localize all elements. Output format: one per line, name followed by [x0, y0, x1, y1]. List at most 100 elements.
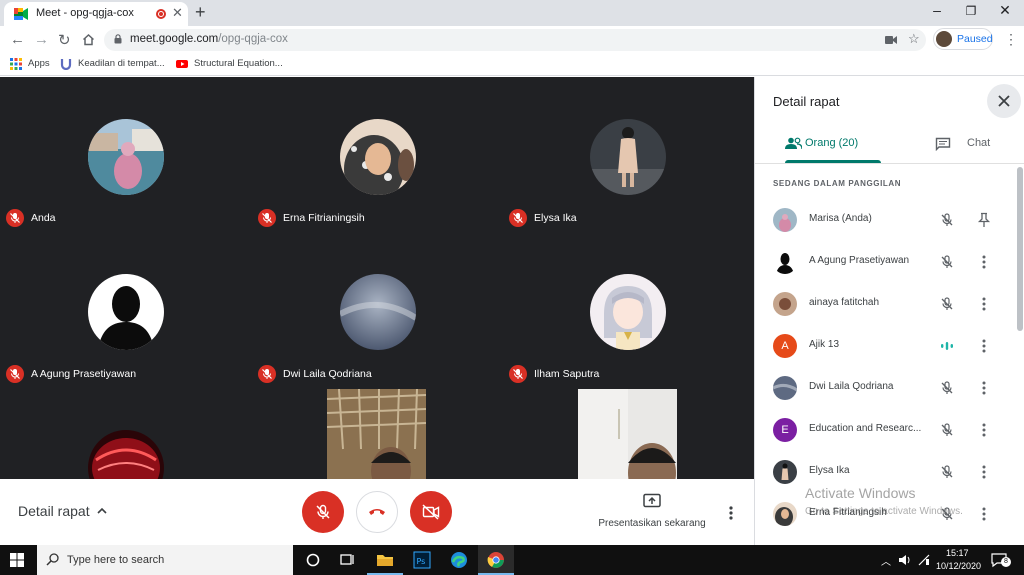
participant-avatar [340, 274, 416, 350]
file-explorer-icon[interactable] [374, 549, 396, 571]
participant-name: Ilham Saputra [534, 368, 600, 380]
participant-row[interactable]: A Ajik 13 [755, 325, 1017, 367]
participant-row[interactable]: Marisa (Anda) [755, 199, 1017, 241]
participant-label: Erna Fitrianingsih [258, 208, 365, 228]
camera-toggle-button[interactable] [410, 491, 452, 533]
participant-row[interactable]: Dwi Laila Qodriana [755, 367, 1017, 409]
task-view-icon[interactable] [336, 549, 358, 571]
window-close-icon[interactable]: ✕ [990, 2, 1020, 19]
more-options-icon[interactable] [977, 380, 991, 396]
in-call-heading: SEDANG DALAM PANGGILAN [773, 179, 902, 188]
windows-start-icon[interactable] [10, 553, 24, 567]
participant-avatar: E [773, 418, 797, 442]
profile-button[interactable]: Paused [933, 28, 993, 50]
url-path: /opg-qgja-cox [218, 33, 288, 45]
participant-avatar [88, 430, 164, 479]
more-options-icon[interactable] [977, 506, 991, 522]
participant-label: Anda [6, 208, 56, 228]
recording-indicator-icon [156, 9, 166, 19]
participant-row[interactable]: ainaya fatitchah [755, 283, 1017, 325]
divider [755, 163, 1024, 164]
clock-time[interactable]: 15:17 [946, 548, 969, 558]
meeting-controls-bar: Detail rapat Presentasikan sekarang [0, 479, 754, 545]
camera-in-use-icon[interactable] [885, 35, 897, 45]
mic-off-icon [258, 365, 276, 383]
pin-icon[interactable] [977, 212, 991, 228]
more-options-icon[interactable] [977, 254, 991, 270]
mic-off-icon [941, 297, 953, 310]
browser-tab[interactable]: Meet - opg-qgja-cox ✕ [4, 2, 188, 26]
participant-avatar [773, 376, 797, 400]
participant-name: ainaya fatitchah [809, 297, 880, 308]
taskbar-search-box[interactable]: Type here to search [37, 545, 293, 575]
hang-up-icon [369, 509, 385, 515]
more-options-icon[interactable] [977, 338, 991, 354]
back-icon[interactable]: ← [10, 31, 25, 48]
camera-off-icon [422, 504, 440, 520]
mic-off-icon [941, 423, 953, 436]
svg-text:Ps: Ps [417, 557, 426, 566]
meeting-details-toggle[interactable]: Detail rapat [18, 503, 90, 519]
close-tab-icon[interactable]: ✕ [172, 5, 183, 21]
participant-avatar: A [773, 334, 797, 358]
chevron-up-icon[interactable] [95, 504, 109, 518]
close-panel-button[interactable] [987, 84, 1021, 118]
participant-avatar [590, 119, 666, 195]
apps-grid-icon[interactable] [10, 58, 22, 70]
address-bar[interactable]: meet.google.com/opg-qgja-cox ☆ [104, 29, 926, 51]
photoshop-icon[interactable]: Ps [411, 549, 433, 571]
notification-count-badge: 8 [1001, 557, 1011, 567]
tab-people-label: Orang (20) [805, 137, 859, 149]
mic-off-icon [6, 209, 24, 227]
people-icon [785, 137, 802, 149]
profile-status: Paused [957, 33, 993, 45]
windows-taskbar: Type here to search Ps ︿ 15:17 10/12/202… [0, 545, 1024, 575]
restore-icon[interactable]: ❐ [956, 4, 986, 18]
more-options-icon[interactable] [977, 296, 991, 312]
forward-icon[interactable]: → [34, 31, 49, 48]
tray-overflow-icon[interactable]: ︿ [881, 553, 891, 568]
mic-off-icon [509, 365, 527, 383]
bookmark-star-icon[interactable]: ☆ [908, 31, 920, 47]
present-now-button[interactable]: Presentasikan sekarang [596, 493, 708, 529]
minimize-icon[interactable]: – [922, 2, 952, 18]
tab-people[interactable]: Orang (20) [773, 133, 893, 163]
participant-name: Ajik 13 [809, 339, 840, 350]
browser-tab-strip: Meet - opg-qgja-cox ✕ + – ❐ ✕ [0, 0, 1024, 26]
lock-icon [114, 34, 122, 44]
network-icon[interactable] [917, 553, 931, 567]
participant-name: Education and Researc... [809, 423, 922, 434]
video-grid: Anda Erna Fitrianingsih Elysa Ika A Agun… [0, 77, 754, 479]
home-icon[interactable] [82, 33, 95, 46]
reload-icon[interactable]: ↻ [58, 31, 71, 49]
participant-row[interactable]: E Education and Researc... [755, 409, 1017, 451]
more-options-icon[interactable] [726, 505, 736, 521]
clock-date[interactable]: 10/12/2020 [936, 561, 981, 571]
new-tab-icon[interactable]: + [195, 2, 206, 23]
participant-video [578, 389, 677, 479]
mic-off-icon [941, 213, 953, 226]
bookmark-apps[interactable]: Apps [28, 58, 50, 69]
youtube-icon [176, 60, 188, 68]
more-options-icon[interactable] [977, 464, 991, 480]
bookmarks-bar: Apps Keadilan di tempat... Structural Eq… [0, 54, 1024, 76]
bookmark-keadilan[interactable]: Keadilan di tempat... [78, 58, 165, 69]
mic-off-icon [941, 255, 953, 268]
participant-row[interactable]: A Agung Prasetiyawan [755, 241, 1017, 283]
leave-call-button[interactable] [356, 491, 398, 533]
tab-chat[interactable]: Chat [935, 135, 1015, 161]
panel-title: Detail rapat [773, 94, 840, 109]
participant-name: Anda [31, 212, 56, 224]
volume-icon[interactable] [898, 553, 912, 567]
browser-menu-icon[interactable]: ⋮ [1004, 31, 1018, 48]
edge-icon[interactable] [448, 549, 470, 571]
tab-chat-label: Chat [967, 137, 991, 149]
bookmark-structural-equation[interactable]: Structural Equation... [194, 58, 283, 69]
cortana-icon[interactable] [302, 549, 324, 571]
participant-video [327, 389, 426, 479]
activate-windows-watermark: Activate Windows [805, 485, 916, 501]
taskbar-search-placeholder: Type here to search [67, 554, 165, 566]
panel-scrollbar[interactable] [1017, 167, 1023, 331]
microphone-toggle-button[interactable] [302, 491, 344, 533]
more-options-icon[interactable] [977, 422, 991, 438]
